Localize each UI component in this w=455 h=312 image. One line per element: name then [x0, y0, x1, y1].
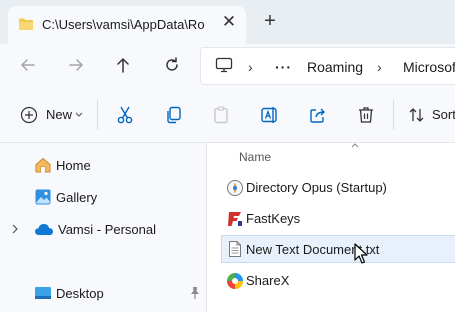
pin-icon[interactable] — [189, 286, 201, 300]
back-arrow-icon — [20, 59, 35, 71]
breadcrumb-more[interactable]: ··· — [275, 59, 292, 75]
sidebar-item-label: Home — [56, 158, 91, 173]
column-header-name[interactable]: Name — [239, 150, 271, 164]
rename-icon — [261, 107, 277, 123]
list-item[interactable]: Directory Opus (Startup) — [221, 174, 455, 202]
breadcrumb-separator[interactable]: › — [377, 59, 382, 75]
list-item-selected[interactable]: New Text Document.txt — [221, 235, 455, 263]
sidebar-item-home[interactable]: Home — [0, 152, 206, 178]
list-item[interactable]: FastKeys — [221, 205, 455, 233]
refresh-button[interactable] — [160, 53, 184, 77]
breadcrumb-roaming[interactable]: Roaming — [307, 59, 363, 75]
paste-button[interactable] — [210, 104, 232, 126]
paste-icon — [214, 106, 228, 124]
chevron-right-icon[interactable] — [11, 224, 19, 234]
sidebar-item-label: Desktop — [56, 286, 104, 301]
address-bar[interactable]: › ··· Roaming › Microsof — [200, 47, 455, 85]
sidebar-item-label: Gallery — [56, 190, 98, 205]
copy-button[interactable] — [163, 104, 185, 126]
tab-current[interactable]: C:\Users\vamsi\AppData\Roaming ✕ — [8, 6, 246, 44]
file-name: FastKeys — [246, 211, 301, 226]
delete-button[interactable] — [355, 104, 377, 126]
sidebar-item-desktop[interactable]: Desktop — [0, 280, 206, 306]
desktop-icon — [35, 287, 51, 299]
new-tab-button[interactable]: + — [259, 9, 281, 33]
toolbar-divider — [97, 100, 98, 130]
scissors-icon — [117, 106, 133, 124]
sort-button-label: Sort — [432, 107, 455, 122]
breadcrumb-separator[interactable]: › — [248, 59, 253, 75]
cut-button[interactable] — [114, 104, 136, 126]
refresh-icon — [166, 57, 178, 71]
sharex-icon — [227, 273, 243, 289]
cloud-icon — [35, 224, 53, 235]
rename-button[interactable] — [259, 104, 281, 126]
sidebar-item-onedrive[interactable]: Vamsi - Personal — [0, 216, 206, 242]
text-document-icon — [229, 241, 241, 257]
file-name: ShareX — [246, 273, 290, 288]
directory-opus-icon — [227, 180, 243, 196]
forward-arrow-icon — [69, 59, 84, 71]
navigation-bar: › ··· Roaming › Microsof — [0, 44, 455, 86]
sort-ascending-icon — [351, 143, 359, 148]
trash-icon — [359, 107, 373, 123]
breadcrumb-microsoft[interactable]: Microsof — [403, 59, 455, 75]
fastkeys-icon — [228, 212, 242, 226]
forward-button[interactable] — [64, 53, 88, 77]
this-pc-icon — [215, 57, 233, 73]
tab-title: C:\Users\vamsi\AppData\Roaming — [42, 17, 204, 32]
sidebar-item-gallery[interactable]: Gallery — [0, 184, 206, 210]
gallery-icon — [35, 189, 51, 205]
new-button[interactable]: New — [20, 104, 92, 126]
up-arrow-icon — [117, 57, 129, 73]
share-icon — [310, 108, 325, 123]
list-item[interactable]: ShareX — [221, 267, 455, 295]
file-name: Directory Opus (Startup) — [246, 180, 387, 195]
copy-icon — [167, 106, 181, 124]
sidebar-item-label: Vamsi - Personal — [58, 222, 157, 237]
folder-icon — [19, 18, 33, 30]
toolbar-divider — [393, 100, 394, 130]
new-button-label: New — [46, 107, 73, 122]
share-button[interactable] — [307, 104, 329, 126]
chevron-down-icon — [75, 112, 83, 117]
sort-button[interactable]: Sort — [408, 104, 455, 126]
close-tab-button[interactable]: ✕ — [220, 12, 238, 32]
command-bar: New Sort — [0, 86, 455, 143]
up-button[interactable] — [111, 53, 135, 77]
plus-circle-icon — [20, 106, 38, 124]
home-icon — [35, 157, 51, 173]
sort-icon — [409, 108, 424, 122]
mouse-cursor-icon — [354, 243, 368, 264]
back-button[interactable] — [16, 53, 40, 77]
